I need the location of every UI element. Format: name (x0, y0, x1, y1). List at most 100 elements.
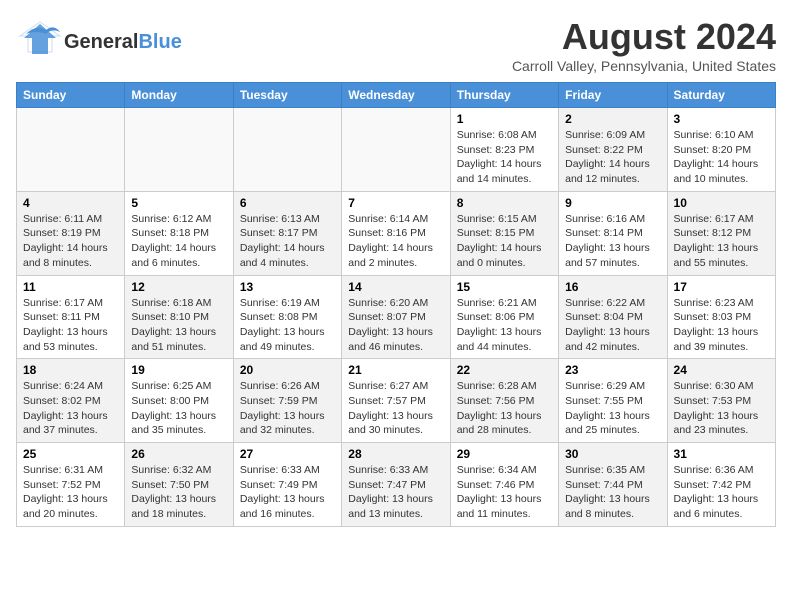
day-info: Sunrise: 6:29 AM Sunset: 7:55 PM Dayligh… (565, 379, 660, 438)
day-info: Sunrise: 6:14 AM Sunset: 8:16 PM Dayligh… (348, 212, 443, 271)
day-number: 25 (23, 447, 118, 461)
calendar-day-cell: 7 Sunrise: 6:14 AM Sunset: 8:16 PM Daylig… (342, 191, 450, 275)
calendar-header-wednesday: Wednesday (342, 83, 450, 108)
calendar-day-cell: 16 Sunrise: 6:22 AM Sunset: 8:04 PM Dayli… (559, 275, 667, 359)
calendar-day-cell: 20 Sunrise: 6:26 AM Sunset: 7:59 PM Dayli… (233, 359, 341, 443)
day-info: Sunrise: 6:10 AM Sunset: 8:20 PM Dayligh… (674, 128, 769, 187)
day-info: Sunrise: 6:09 AM Sunset: 8:22 PM Dayligh… (565, 128, 660, 187)
calendar-day-cell: 23 Sunrise: 6:29 AM Sunset: 7:55 PM Dayli… (559, 359, 667, 443)
calendar-day-cell: 1 Sunrise: 6:08 AM Sunset: 8:23 PM Daylig… (450, 108, 558, 192)
calendar-header-friday: Friday (559, 83, 667, 108)
calendar-day-cell (125, 108, 233, 192)
day-number: 2 (565, 112, 660, 126)
calendar-header-sunday: Sunday (17, 83, 125, 108)
calendar-week-row: 4 Sunrise: 6:11 AM Sunset: 8:19 PM Daylig… (17, 191, 776, 275)
calendar-day-cell: 6 Sunrise: 6:13 AM Sunset: 8:17 PM Daylig… (233, 191, 341, 275)
calendar-day-cell (17, 108, 125, 192)
calendar-day-cell: 15Sunrise: 6:21 AM Sunset: 8:06 PM Dayli… (450, 275, 558, 359)
calendar-day-cell: 14 Sunrise: 6:20 AM Sunset: 8:07 PM Dayli… (342, 275, 450, 359)
day-info: Sunrise: 6:23 AM Sunset: 8:03 PM Dayligh… (674, 296, 769, 355)
day-info: Sunrise: 6:17 AM Sunset: 8:12 PM Dayligh… (674, 212, 769, 271)
calendar-day-cell: 13 Sunrise: 6:19 AM Sunset: 8:08 PM Dayli… (233, 275, 341, 359)
day-number: 30 (565, 447, 660, 461)
calendar-week-row: 11 Sunrise: 6:17 AM Sunset: 8:11 PM Dayli… (17, 275, 776, 359)
calendar-table: SundayMondayTuesdayWednesdayThursdayFrid… (16, 82, 776, 527)
day-number: 17 (674, 280, 769, 294)
day-number: 18 (23, 363, 118, 377)
day-info: Sunrise: 6:26 AM Sunset: 7:59 PM Dayligh… (240, 379, 335, 438)
day-number: 20 (240, 363, 335, 377)
calendar-day-cell (233, 108, 341, 192)
day-number: 7 (348, 196, 443, 210)
calendar-header-tuesday: Tuesday (233, 83, 341, 108)
calendar-header-row: SundayMondayTuesdayWednesdayThursdayFrid… (17, 83, 776, 108)
day-number: 22 (457, 363, 552, 377)
day-info: Sunrise: 6:33 AM Sunset: 7:49 PM Dayligh… (240, 463, 335, 522)
day-number: 16 (565, 280, 660, 294)
day-info: Sunrise: 6:22 AM Sunset: 8:04 PM Dayligh… (565, 296, 660, 355)
calendar-day-cell: 4 Sunrise: 6:11 AM Sunset: 8:19 PM Daylig… (17, 191, 125, 275)
logo-general: General (64, 31, 138, 54)
day-info: Sunrise: 6:20 AM Sunset: 8:07 PM Dayligh… (348, 296, 443, 355)
day-info: Sunrise: 6:18 AM Sunset: 8:10 PM Dayligh… (131, 296, 226, 355)
calendar-header-saturday: Saturday (667, 83, 775, 108)
title-block: August 2024 Carroll Valley, Pennsylvania… (512, 16, 776, 74)
calendar-day-cell: 21 Sunrise: 6:27 AM Sunset: 7:57 PM Dayli… (342, 359, 450, 443)
day-info: Sunrise: 6:31 AM Sunset: 7:52 PM Dayligh… (23, 463, 118, 522)
page-header: General Blue August 2024 Carroll Valley,… (16, 16, 776, 74)
day-number: 14 (348, 280, 443, 294)
logo-text: General Blue (64, 31, 182, 54)
day-info: Sunrise: 6:28 AM Sunset: 7:56 PM Dayligh… (457, 379, 552, 438)
day-info: Sunrise: 6:11 AM Sunset: 8:19 PM Dayligh… (23, 212, 118, 271)
day-info: Sunrise: 6:35 AM Sunset: 7:44 PM Dayligh… (565, 463, 660, 522)
day-number: 5 (131, 196, 226, 210)
day-number: 6 (240, 196, 335, 210)
calendar-day-cell: 26Sunrise: 6:32 AM Sunset: 7:50 PM Dayli… (125, 443, 233, 527)
day-number: 27 (240, 447, 335, 461)
calendar-header-thursday: Thursday (450, 83, 558, 108)
day-number: 28 (348, 447, 443, 461)
calendar-day-cell: 11 Sunrise: 6:17 AM Sunset: 8:11 PM Dayli… (17, 275, 125, 359)
day-info: Sunrise: 6:34 AM Sunset: 7:46 PM Dayligh… (457, 463, 552, 522)
calendar-day-cell: 8 Sunrise: 6:15 AM Sunset: 8:15 PM Daylig… (450, 191, 558, 275)
day-info: Sunrise: 6:27 AM Sunset: 7:57 PM Dayligh… (348, 379, 443, 438)
day-number: 19 (131, 363, 226, 377)
day-number: 26 (131, 447, 226, 461)
day-info: Sunrise: 6:19 AM Sunset: 8:08 PM Dayligh… (240, 296, 335, 355)
day-number: 13 (240, 280, 335, 294)
day-number: 29 (457, 447, 552, 461)
calendar-day-cell (342, 108, 450, 192)
calendar-day-cell: 24 Sunrise: 6:30 AM Sunset: 7:53 PM Dayli… (667, 359, 775, 443)
day-number: 8 (457, 196, 552, 210)
day-info: Sunrise: 6:17 AM Sunset: 8:11 PM Dayligh… (23, 296, 118, 355)
day-number: 1 (457, 112, 552, 126)
day-info: Sunrise: 6:36 AM Sunset: 7:42 PM Dayligh… (674, 463, 769, 522)
calendar-day-cell: 2 Sunrise: 6:09 AM Sunset: 8:22 PM Daylig… (559, 108, 667, 192)
month-year: August 2024 (512, 16, 776, 58)
day-number: 15 (457, 280, 552, 294)
day-number: 4 (23, 196, 118, 210)
day-number: 31 (674, 447, 769, 461)
calendar-day-cell: 10Sunrise: 6:17 AM Sunset: 8:12 PM Dayli… (667, 191, 775, 275)
day-number: 24 (674, 363, 769, 377)
location: Carroll Valley, Pennsylvania, United Sta… (512, 58, 776, 74)
calendar-day-cell: 29 Sunrise: 6:34 AM Sunset: 7:46 PM Dayli… (450, 443, 558, 527)
calendar-day-cell: 9Sunrise: 6:16 AM Sunset: 8:14 PM Daylig… (559, 191, 667, 275)
calendar-day-cell: 31 Sunrise: 6:36 AM Sunset: 7:42 PM Dayli… (667, 443, 775, 527)
logo: General Blue (16, 16, 182, 69)
day-info: Sunrise: 6:30 AM Sunset: 7:53 PM Dayligh… (674, 379, 769, 438)
day-number: 21 (348, 363, 443, 377)
day-info: Sunrise: 6:15 AM Sunset: 8:15 PM Dayligh… (457, 212, 552, 271)
day-info: Sunrise: 6:08 AM Sunset: 8:23 PM Dayligh… (457, 128, 552, 187)
day-number: 23 (565, 363, 660, 377)
calendar-day-cell: 18 Sunrise: 6:24 AM Sunset: 8:02 PM Dayli… (17, 359, 125, 443)
calendar-day-cell: 22 Sunrise: 6:28 AM Sunset: 7:56 PM Dayli… (450, 359, 558, 443)
day-info: Sunrise: 6:24 AM Sunset: 8:02 PM Dayligh… (23, 379, 118, 438)
calendar-day-cell: 28 Sunrise: 6:33 AM Sunset: 7:47 PM Dayli… (342, 443, 450, 527)
day-info: Sunrise: 6:33 AM Sunset: 7:47 PM Dayligh… (348, 463, 443, 522)
day-number: 3 (674, 112, 769, 126)
calendar-week-row: 18 Sunrise: 6:24 AM Sunset: 8:02 PM Dayli… (17, 359, 776, 443)
day-info: Sunrise: 6:13 AM Sunset: 8:17 PM Dayligh… (240, 212, 335, 271)
day-number: 12 (131, 280, 226, 294)
day-number: 11 (23, 280, 118, 294)
